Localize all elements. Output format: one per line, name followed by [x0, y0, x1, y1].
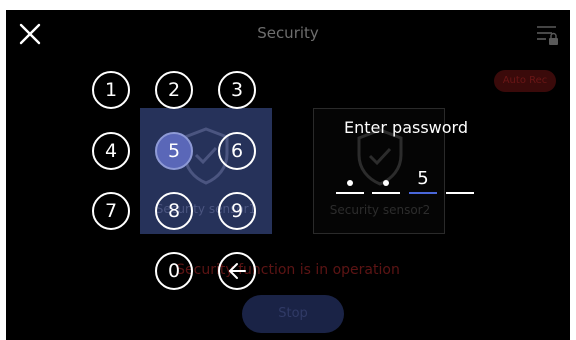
slot-underline: [409, 192, 437, 194]
slot-underline: [336, 192, 364, 194]
password-slot-3: 5: [409, 168, 437, 194]
key-2[interactable]: 2: [155, 71, 193, 109]
backspace-icon: [229, 263, 246, 279]
status-message: Security function is in operation: [176, 262, 400, 278]
slot-underline: [372, 192, 400, 194]
password-dot: [383, 180, 389, 186]
sensor-card-label: Security sensor2: [329, 203, 431, 217]
key-3[interactable]: 3: [218, 71, 256, 109]
menu-lock-icon: [537, 26, 558, 45]
key-9[interactable]: 9: [218, 192, 256, 230]
key-7[interactable]: 7: [92, 192, 130, 230]
menu-lock-button[interactable]: [534, 22, 560, 48]
stop-button[interactable]: Stop: [242, 295, 344, 333]
security-screen: Security Auto Rec Security sensor1 Secur…: [6, 10, 570, 340]
key-8[interactable]: 8: [155, 192, 193, 230]
password-slot-4: [446, 172, 474, 194]
key-1[interactable]: 1: [92, 71, 130, 109]
top-bar: Security: [6, 10, 570, 58]
backspace-key[interactable]: [218, 252, 256, 290]
key-0[interactable]: 0: [155, 252, 193, 290]
key-5[interactable]: 5: [155, 132, 193, 170]
password-title: Enter password: [344, 118, 468, 137]
password-slot-1: [336, 172, 364, 194]
password-dot: [347, 180, 353, 186]
auto-rec-badge[interactable]: Auto Rec: [494, 70, 556, 92]
key-4[interactable]: 4: [92, 132, 130, 170]
slot-underline: [446, 192, 474, 194]
password-digit: 5: [417, 168, 429, 189]
key-6[interactable]: 6: [218, 132, 256, 170]
page-title: Security: [257, 24, 319, 42]
password-slot-2: [372, 172, 400, 194]
